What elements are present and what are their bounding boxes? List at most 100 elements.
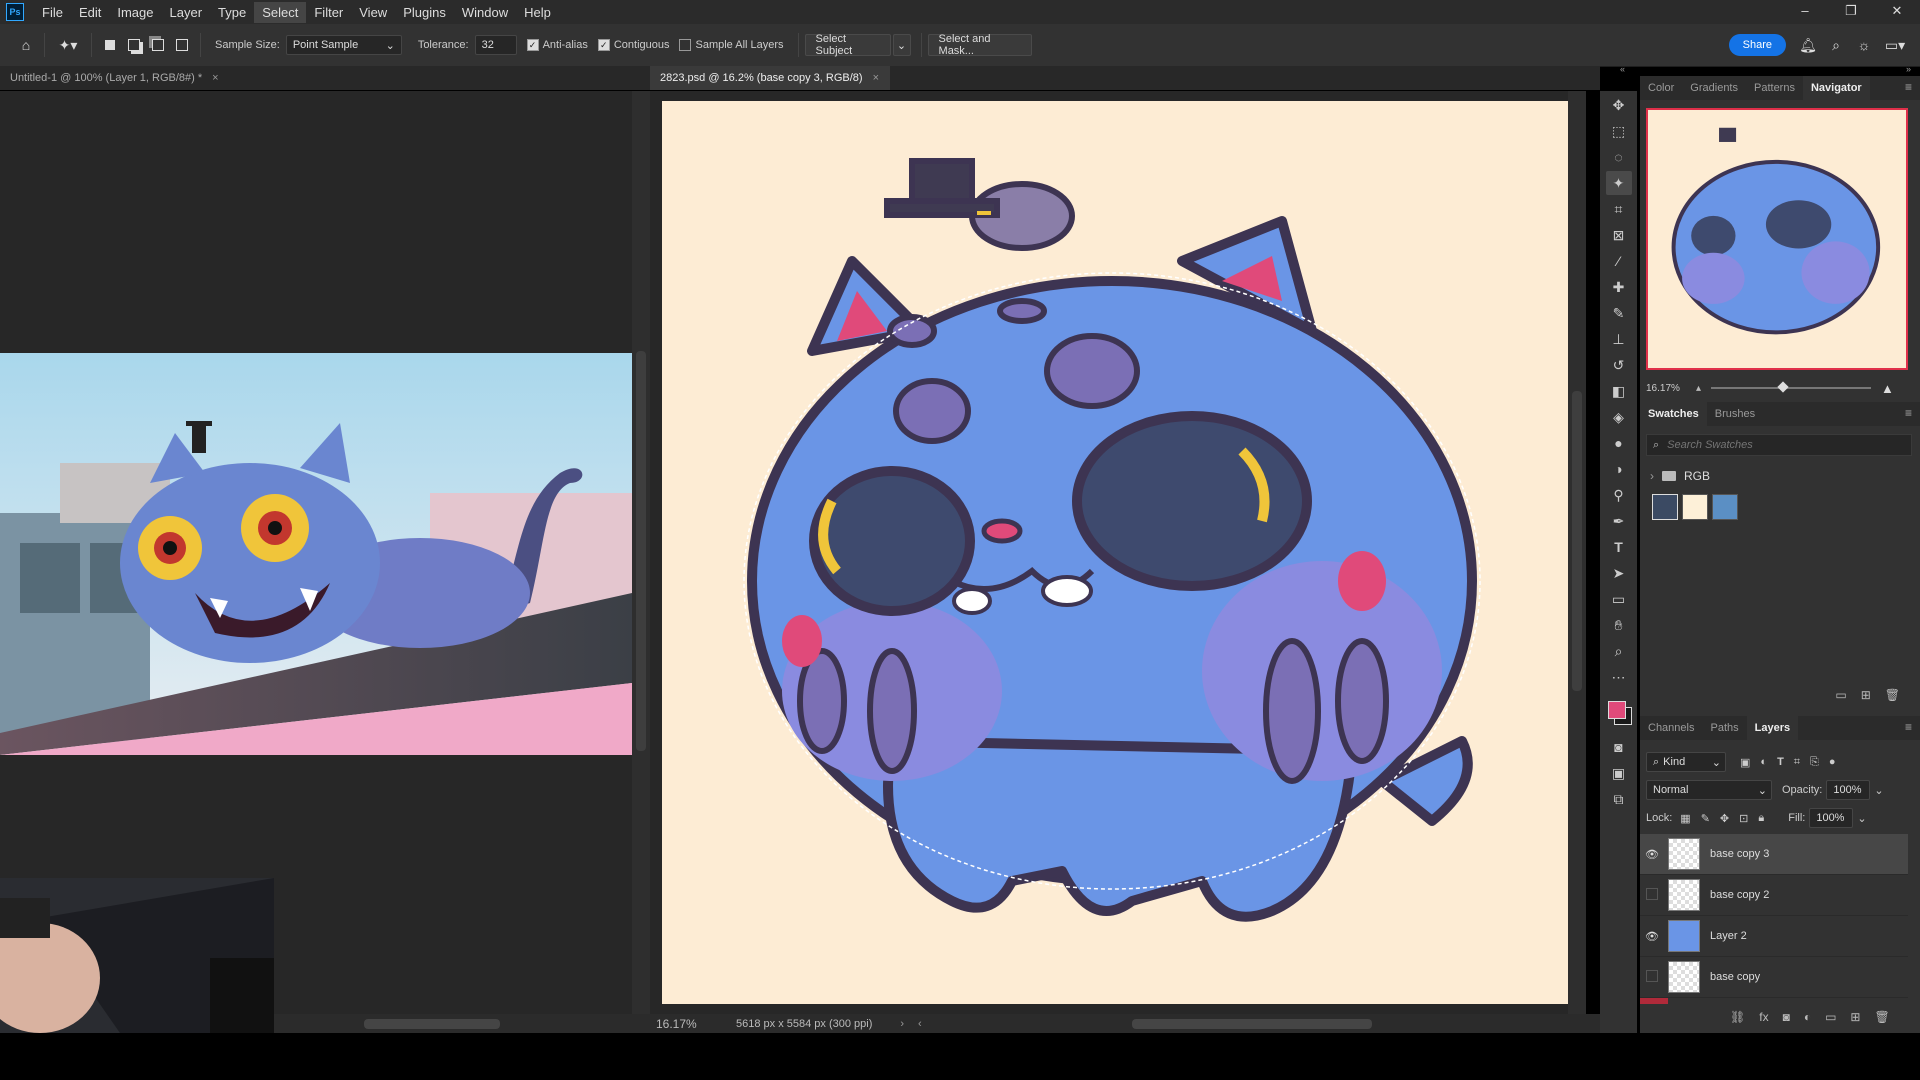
type-tool-icon[interactable]: T [1606, 535, 1632, 559]
layer-row[interactable]: 👁︎ base copy 3 [1640, 834, 1908, 875]
visibility-off-icon[interactable] [1640, 969, 1664, 985]
tab-patterns[interactable]: Patterns [1746, 76, 1803, 100]
layer-filter-kind[interactable]: ⌕ Kind ⌄ [1646, 752, 1726, 772]
panel-menu-icon[interactable]: ≡ [1905, 80, 1912, 94]
lock-image-icon[interactable]: ✎ [1701, 812, 1710, 825]
stamp-tool-icon[interactable]: ⊥ [1606, 327, 1632, 351]
discover-lightbulb-icon[interactable]: ☼ [1852, 33, 1876, 57]
fill-input[interactable]: 100% [1809, 808, 1854, 828]
sponge-tool-icon[interactable]: ⚲ [1606, 483, 1632, 507]
menu-view[interactable]: View [351, 2, 395, 23]
zoom-level[interactable]: 16.17% [656, 1017, 716, 1031]
visibility-off-icon[interactable] [1640, 887, 1664, 903]
left-horizontal-scrollbar[interactable] [274, 1014, 650, 1033]
zoom-in-icon[interactable]: ▲ [1881, 381, 1894, 396]
brush-tool-icon[interactable]: ✎ [1606, 301, 1632, 325]
home-icon[interactable]: ⌂ [14, 33, 38, 57]
path-selection-icon[interactable]: ➤ [1606, 561, 1632, 585]
subtract-from-selection-icon[interactable] [146, 33, 170, 57]
tab-navigator[interactable]: Navigator [1802, 76, 1870, 100]
foreground-color[interactable] [1607, 701, 1626, 719]
magic-wand-preset-icon[interactable]: ✦▾ [51, 33, 85, 57]
marquee-tool-icon[interactable]: ⬚ [1606, 119, 1632, 143]
lock-transparent-icon[interactable]: ▦ [1680, 812, 1690, 825]
main-canvas-view[interactable] [650, 91, 1586, 1014]
sample-all-layers-checkbox[interactable]: Sample All Layers [679, 39, 784, 51]
navigator-zoom-value[interactable]: 16.17% [1646, 383, 1696, 394]
opacity-input[interactable]: 100% [1826, 780, 1871, 800]
chevron-right-icon[interactable]: › [1650, 469, 1654, 483]
contiguous-checkbox[interactable]: ✓ Contiguous [597, 39, 669, 51]
new-layer-icon[interactable]: ⊞ [1850, 1010, 1860, 1024]
menu-filter[interactable]: Filter [306, 2, 351, 23]
hand-tool-icon[interactable]: ✋︎ [1606, 613, 1632, 637]
share-button[interactable]: Share [1728, 34, 1786, 56]
rectangle-tool-icon[interactable]: ▭ [1606, 587, 1632, 611]
menu-help[interactable]: Help [516, 2, 559, 23]
layer-row[interactable]: 👁︎ Layer 2 [1640, 916, 1908, 957]
layer-row[interactable]: base copy 2 [1640, 875, 1908, 916]
filter-shape-icon[interactable]: ⌗ [1794, 756, 1800, 769]
tab-color[interactable]: Color [1640, 76, 1682, 100]
menu-image[interactable]: Image [109, 2, 161, 23]
close-button[interactable]: ✕ [1874, 0, 1920, 24]
zoom-tool-icon[interactable]: ⌕ [1606, 639, 1632, 663]
intersect-selection-icon[interactable] [170, 33, 194, 57]
menu-edit[interactable]: Edit [71, 2, 109, 23]
panel-menu-icon[interactable]: ≡ [1905, 406, 1912, 420]
tab-gradients[interactable]: Gradients [1682, 76, 1746, 100]
filter-toggle-icon[interactable]: ● [1829, 756, 1836, 768]
filter-pixel-icon[interactable]: ▣ [1740, 756, 1750, 769]
more-tools-icon[interactable]: ⋯ [1606, 665, 1632, 689]
blend-mode-dropdown[interactable]: Normal ⌄ [1646, 780, 1772, 800]
visibility-eye-icon[interactable]: 👁︎ [1640, 930, 1664, 943]
collapse-panels-icon[interactable]: » [1906, 64, 1911, 74]
tolerance-input[interactable]: 32 [474, 35, 517, 55]
zoom-out-icon[interactable]: ▴ [1696, 383, 1701, 394]
layer-name[interactable]: Layer 2 [1710, 930, 1747, 942]
filter-adjustment-icon[interactable]: ◐ [1760, 756, 1767, 768]
chevron-right-icon[interactable]: › [900, 1018, 904, 1030]
lock-all-icon[interactable]: 🔒︎ [1758, 812, 1764, 825]
sample-size-dropdown[interactable]: Point Sample ⌄ [285, 35, 402, 55]
swatch-search-input[interactable] [1665, 438, 1890, 452]
lasso-tool-icon[interactable]: ◌ [1606, 145, 1632, 169]
move-tool-icon[interactable]: ✥ [1606, 93, 1632, 117]
filter-type-icon[interactable]: T [1777, 756, 1784, 768]
color-swatches-fg-bg[interactable] [1604, 693, 1634, 733]
select-subject-dropdown[interactable]: ⌄ [892, 34, 911, 56]
tab-paths[interactable]: Paths [1702, 716, 1746, 740]
healing-brush-icon[interactable]: ✚ [1606, 275, 1632, 299]
restore-button[interactable]: ❐ [1828, 0, 1874, 24]
screen-mode-icon[interactable]: ▣ [1606, 761, 1632, 785]
horizontal-scroll-thumb[interactable] [1131, 1018, 1372, 1029]
new-group-folder-icon[interactable]: ▭ [1825, 1010, 1836, 1024]
tab-swatches[interactable]: Swatches [1640, 402, 1707, 426]
document-tab-2823[interactable]: 2823.psd @ 16.2% (base copy 3, RGB/8) × [650, 66, 890, 90]
new-group-folder-icon[interactable]: ▭ [1835, 688, 1846, 702]
history-brush-icon[interactable]: ↺ [1606, 353, 1632, 377]
document-tab-untitled[interactable]: Untitled-1 @ 100% (Layer 1, RGB/8#) * × [0, 66, 650, 90]
close-tab-icon[interactable]: × [212, 72, 218, 84]
quick-mask-icon[interactable]: ◙ [1606, 735, 1632, 759]
layer-name[interactable]: base copy 2 [1710, 889, 1769, 901]
pen-tool-icon[interactable]: ✒ [1606, 509, 1632, 533]
workspace-icon[interactable]: ▭▾ [1880, 33, 1910, 57]
dodge-tool-icon[interactable]: ◑ [1606, 457, 1632, 481]
layer-name[interactable]: base copy [1710, 971, 1760, 983]
layer-row[interactable]: base copy [1640, 957, 1908, 998]
lock-artboard-icon[interactable]: ⊡ [1739, 812, 1748, 825]
menu-layer[interactable]: Layer [162, 2, 211, 23]
new-swatch-icon[interactable]: ⊞ [1861, 688, 1871, 702]
blur-tool-icon[interactable]: ● [1606, 431, 1632, 455]
chevron-down-icon[interactable]: ⌄ [1874, 784, 1883, 797]
minimize-button[interactable]: – [1782, 0, 1828, 24]
anti-alias-checkbox[interactable]: ✓ Anti-alias [526, 39, 588, 51]
trash-icon[interactable]: 🗑︎ [1885, 688, 1900, 702]
share-content-icon[interactable]: ⧉ [1606, 787, 1632, 811]
swatch-blue[interactable] [1712, 494, 1738, 520]
close-tab-icon[interactable]: × [873, 72, 879, 84]
add-to-selection-icon[interactable] [122, 33, 146, 57]
eraser-tool-icon[interactable]: ◧ [1606, 379, 1632, 403]
bell-icon[interactable]: 🔔︎ [1796, 33, 1820, 57]
